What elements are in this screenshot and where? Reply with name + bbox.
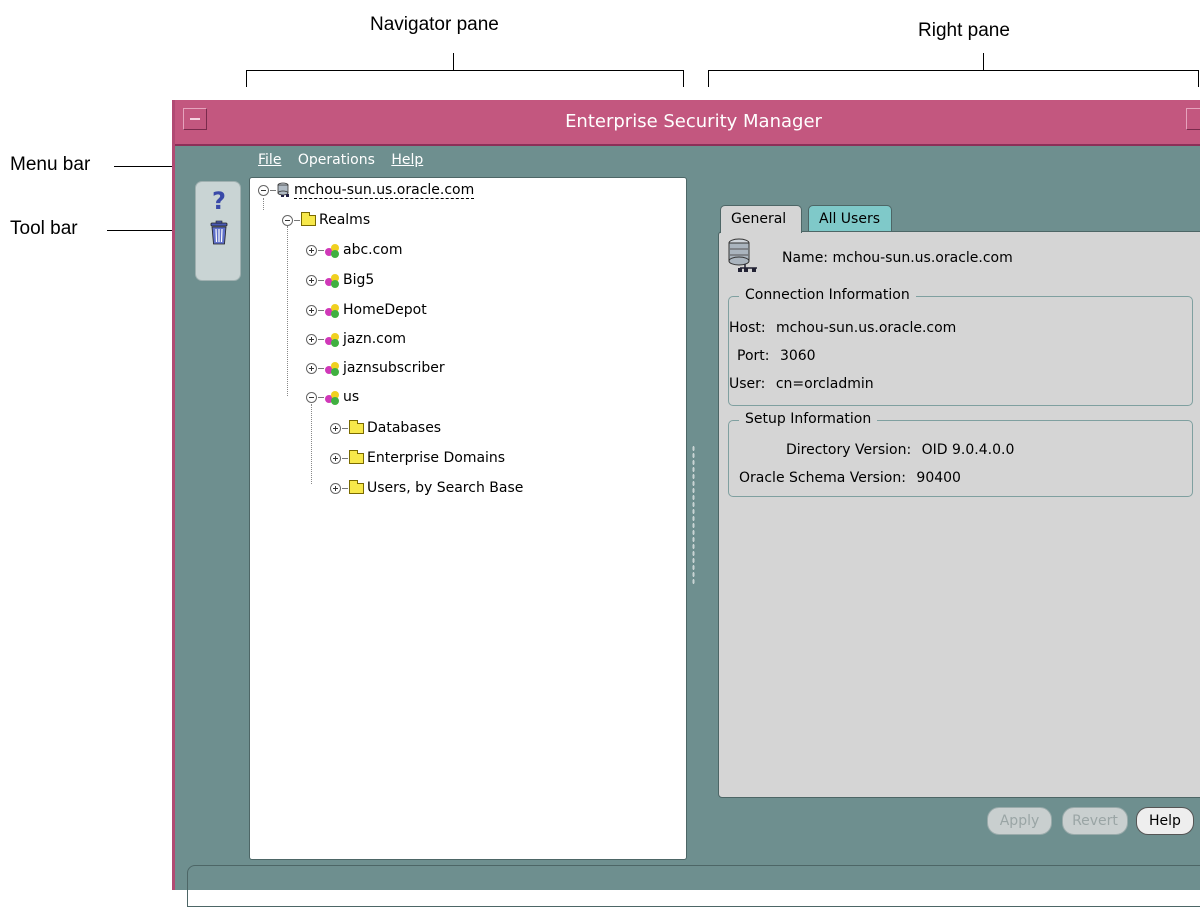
tree-node-root[interactable]: mchou-sun.us.oracle.com xyxy=(258,180,475,200)
tree-node-realm[interactable]: abc.com xyxy=(306,240,403,260)
tree-node-realm[interactable]: Big5 xyxy=(306,270,374,290)
database-server-icon xyxy=(277,182,289,197)
title-bar[interactable]: Enterprise Security Manager xyxy=(175,100,1200,146)
group-legend: Setup Information xyxy=(739,411,878,427)
folder-icon xyxy=(349,419,364,434)
realm-icon xyxy=(325,361,340,376)
tree-node-realm[interactable]: jazn.com xyxy=(306,329,406,349)
folder-icon xyxy=(349,479,364,494)
realm-icon xyxy=(325,273,340,288)
right-pane-callout: Right pane xyxy=(918,20,1010,41)
realm-icon xyxy=(325,303,340,318)
collapse-icon[interactable] xyxy=(258,184,269,196)
app-window: Enterprise Security Manager File Operati… xyxy=(172,100,1200,907)
expand-icon[interactable] xyxy=(330,482,341,494)
menu-help[interactable]: Help xyxy=(391,152,423,168)
tree-label: us xyxy=(343,389,360,405)
expand-icon[interactable] xyxy=(330,422,341,434)
collapse-icon[interactable] xyxy=(282,214,293,226)
tab-general[interactable]: General xyxy=(720,205,802,233)
folder-icon xyxy=(301,211,316,226)
name-label: Name: xyxy=(782,250,829,266)
schema-version-value: 90400 xyxy=(916,470,961,486)
apply-button[interactable]: Apply xyxy=(987,807,1052,835)
tree-label: mchou-sun.us.oracle.com xyxy=(294,181,475,199)
expand-icon[interactable] xyxy=(330,452,341,464)
menu-bar: File Operations Help xyxy=(258,152,435,168)
collapse-icon[interactable] xyxy=(306,391,317,403)
tree-label: Enterprise Domains xyxy=(367,450,506,466)
navigator-pane[interactable]: mchou-sun.us.oracle.com Realms abc.com B… xyxy=(249,177,687,860)
tree-label: Users, by Search Base xyxy=(367,480,524,496)
host-label: Host: xyxy=(729,320,766,336)
directory-version-label: Directory Version: xyxy=(786,442,912,458)
menu-bar-callout: Menu bar xyxy=(10,154,91,175)
folder-icon xyxy=(349,449,364,464)
revert-button[interactable]: Revert xyxy=(1062,807,1128,835)
port-label: Port: xyxy=(737,348,770,364)
menu-file[interactable]: File xyxy=(258,152,281,168)
tree-node-realm[interactable]: jaznsubscriber xyxy=(306,358,445,378)
tree-node-realms[interactable]: Realms xyxy=(282,210,370,230)
expand-icon[interactable] xyxy=(306,244,317,256)
help-question-icon[interactable]: ? xyxy=(207,188,231,214)
tree-label: jaznsubscriber xyxy=(343,360,445,376)
expand-icon[interactable] xyxy=(306,274,317,286)
database-server-icon xyxy=(728,238,757,272)
tree-node-enterprise-domains[interactable]: Enterprise Domains xyxy=(330,448,505,468)
realm-icon xyxy=(325,243,340,258)
navigator-pane-bracket xyxy=(246,53,684,87)
tree-node-databases[interactable]: Databases xyxy=(330,418,441,438)
tree-node-users-by-search-base[interactable]: Users, by Search Base xyxy=(330,478,523,498)
expand-icon[interactable] xyxy=(306,304,317,316)
trash-icon[interactable] xyxy=(207,220,231,246)
host-value: mchou-sun.us.oracle.com xyxy=(776,320,957,336)
help-button[interactable]: Help xyxy=(1136,807,1194,835)
expand-icon[interactable] xyxy=(306,333,317,345)
directory-version-value: OID 9.0.4.0.0 xyxy=(921,442,1015,458)
tree-label: abc.com xyxy=(343,242,403,258)
port-value: 3060 xyxy=(779,348,816,364)
tool-bar-callout: Tool bar xyxy=(10,218,78,239)
tree-node-realm[interactable]: HomeDepot xyxy=(306,300,427,320)
status-bar xyxy=(187,865,1200,907)
tree-node-realm[interactable]: us xyxy=(306,387,359,407)
tree-label: HomeDepot xyxy=(343,302,427,318)
user-label: User: xyxy=(729,376,766,392)
tool-bar: ? xyxy=(195,181,241,281)
tree-label: Big5 xyxy=(343,272,375,288)
tree-label: Databases xyxy=(367,420,442,436)
right-pane: Name: mchou-sun.us.oracle.com Connection… xyxy=(718,231,1200,798)
navigator-pane-callout: Navigator pane xyxy=(370,14,499,35)
user-value: cn=orcladmin xyxy=(775,376,874,392)
menu-operations[interactable]: Operations xyxy=(298,152,375,168)
tree-label: Realms xyxy=(319,212,371,228)
right-pane-bracket xyxy=(708,53,1199,87)
group-legend: Connection Information xyxy=(739,287,916,303)
tab-all-users[interactable]: All Users xyxy=(808,205,892,231)
tree-label: jazn.com xyxy=(343,331,407,347)
schema-version-label: Oracle Schema Version: xyxy=(739,470,906,486)
realm-icon xyxy=(325,390,340,405)
expand-icon[interactable] xyxy=(306,362,317,374)
name-value: mchou-sun.us.oracle.com xyxy=(832,250,1013,266)
window-title: Enterprise Security Manager xyxy=(565,111,822,132)
realm-icon xyxy=(325,332,340,347)
pane-splitter[interactable] xyxy=(692,445,695,585)
maximize-icon[interactable] xyxy=(1186,108,1200,130)
